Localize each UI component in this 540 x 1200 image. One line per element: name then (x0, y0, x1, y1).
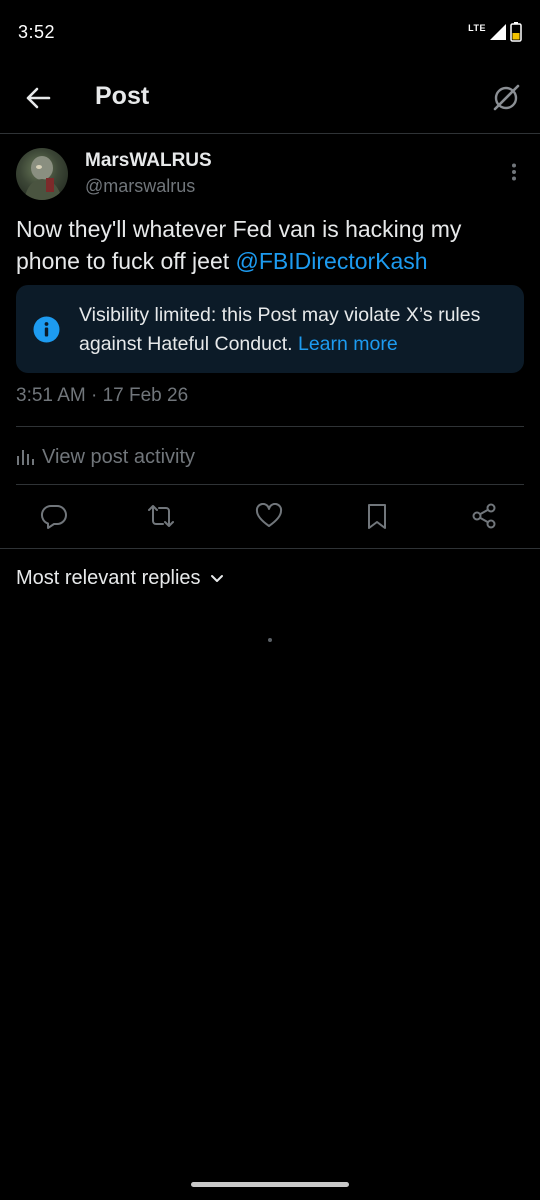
replies-sort-label: Most relevant replies (16, 567, 201, 589)
avatar[interactable] (16, 148, 68, 200)
status-time: 3:52 (18, 22, 56, 42)
network-type: LTE (468, 23, 486, 33)
repost-icon (148, 505, 174, 527)
reply-button[interactable] (38, 500, 70, 532)
mention-link[interactable]: @FBIDirectorKash (236, 248, 428, 274)
view-activity-button[interactable]: View post activity (16, 440, 195, 474)
learn-more-link[interactable]: Learn more (298, 333, 398, 355)
page-title: Post (95, 82, 150, 110)
divider (16, 484, 524, 485)
repost-button[interactable] (145, 500, 177, 532)
status-icons: LTE (468, 22, 522, 42)
back-button[interactable] (20, 80, 56, 116)
notice-text: Visibility limited: this Post may violat… (79, 301, 509, 359)
chevron-down-icon (210, 574, 223, 582)
visibility-notice: Visibility limited: this Post may violat… (16, 285, 524, 373)
divider (16, 426, 524, 427)
more-options-button[interactable] (498, 156, 530, 188)
author-display-name[interactable]: MarsWALRUS (85, 150, 212, 172)
status-bar: 3:52 LTE (0, 0, 540, 66)
grok-icon (493, 84, 520, 111)
divider (0, 548, 540, 549)
reply-icon (40, 504, 67, 529)
bookmark-button[interactable] (361, 500, 393, 532)
info-icon (33, 316, 60, 343)
replies-sort-dropdown[interactable]: Most relevant replies (16, 567, 225, 590)
analytics-icon (17, 450, 34, 465)
share-icon (472, 503, 496, 529)
grok-button[interactable] (488, 80, 524, 116)
avatar-image (24, 156, 62, 200)
home-indicator[interactable] (191, 1182, 349, 1187)
back-arrow-icon (26, 87, 51, 109)
signal-icon (490, 24, 506, 40)
more-vertical-icon (512, 163, 516, 181)
bookmark-icon (368, 504, 386, 529)
author-handle[interactable]: @marswalrus (85, 176, 195, 197)
like-icon (255, 503, 283, 527)
notice-message: Visibility limited: this Post may violat… (79, 304, 481, 355)
post-text: Now they'll whatever Fed van is hacking … (16, 213, 521, 277)
loading-indicator (268, 638, 272, 642)
battery-icon (510, 22, 522, 42)
like-button[interactable] (253, 500, 285, 532)
share-button[interactable] (468, 500, 500, 532)
top-app-bar: Post (0, 66, 540, 134)
post-timestamp: 3:51 AM · 17 Feb 26 (16, 385, 189, 406)
view-activity-label: View post activity (42, 445, 196, 468)
